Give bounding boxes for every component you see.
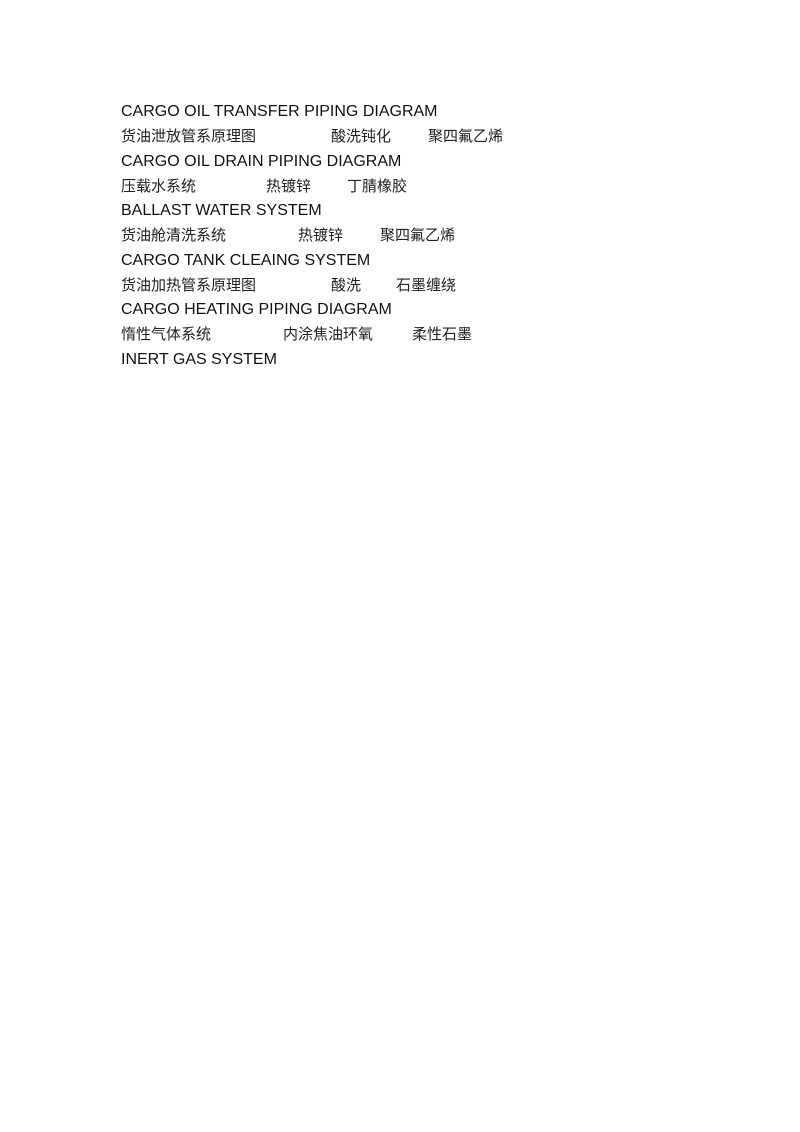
treatment-cn: 酸洗 [331, 276, 362, 294]
system-name-cn: 货油泄放管系原理图 [121, 127, 257, 145]
system-name-cn: 惰性气体系统 [121, 325, 212, 343]
treatment-cn: 热镀锌 [266, 177, 312, 195]
treatment-cn: 酸洗钝化 [331, 127, 392, 145]
material-cn: 丁腈橡胶 [347, 177, 408, 195]
material-cn: 石墨缠绕 [396, 276, 457, 294]
material-cn: 柔性石墨 [412, 325, 473, 343]
treatment-cn: 热镀锌 [298, 226, 344, 244]
english-heading: CARGO OIL TRANSFER PIPING DIAGRAM [121, 103, 438, 120]
document-page: CARGO OIL TRANSFER PIPING DIAGRAM 货油泄放管系… [0, 0, 800, 1132]
system-name-cn: 货油加热管系原理图 [121, 276, 257, 294]
treatment-cn: 内涂焦油环氧 [283, 325, 374, 343]
system-name-cn: 压载水系统 [121, 177, 197, 195]
english-heading: CARGO HEATING PIPING DIAGRAM [121, 301, 392, 318]
material-cn: 聚四氟乙烯 [428, 127, 504, 145]
english-heading: CARGO TANK CLEAING SYSTEM [121, 252, 371, 269]
system-name-cn: 货油舱清洗系统 [121, 226, 227, 244]
english-heading: BALLAST WATER SYSTEM [121, 202, 322, 219]
english-heading: CARGO OIL DRAIN PIPING DIAGRAM [121, 153, 402, 170]
material-cn: 聚四氟乙烯 [380, 226, 456, 244]
english-heading: INERT GAS SYSTEM [121, 351, 277, 368]
